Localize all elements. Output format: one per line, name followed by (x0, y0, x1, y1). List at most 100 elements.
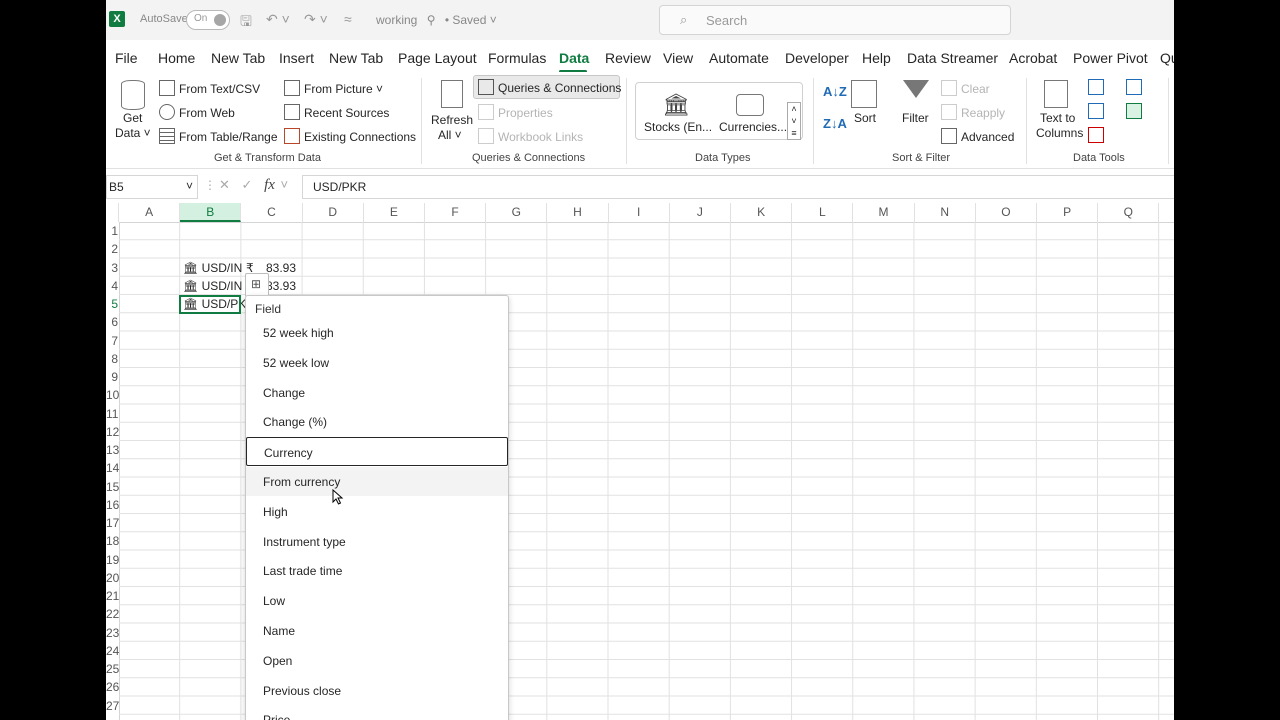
search-box[interactable]: ⌕ Search (659, 5, 1011, 35)
field-option[interactable]: Low (246, 586, 508, 615)
field-option[interactable]: 52 week low (246, 348, 508, 377)
field-option[interactable]: Price (246, 705, 508, 720)
cancel-icon[interactable]: ✕ (219, 177, 230, 192)
column-header-n[interactable]: N (915, 203, 976, 222)
gallery-scroll-icon[interactable]: ˄ ˅ ≡ (787, 102, 801, 140)
cell-c4[interactable]: 83.93 (266, 279, 296, 293)
advanced-button[interactable]: Advanced (941, 128, 1014, 144)
row-header-5[interactable]: 5 (106, 297, 118, 311)
tab-developer[interactable]: Developer (785, 50, 849, 66)
column-header-d[interactable]: D (303, 203, 364, 222)
autosave-toggle[interactable]: On (186, 10, 230, 30)
field-option[interactable]: Last trade time (246, 556, 508, 585)
row-header-22[interactable]: 22 (106, 607, 119, 621)
row-header-2[interactable]: 2 (106, 242, 118, 256)
document-title[interactable]: working ⚲ • Saved ˅ (376, 13, 497, 27)
row-header-17[interactable]: 17 (106, 516, 119, 530)
tab-power-pivot[interactable]: Power Pivot (1073, 50, 1148, 66)
row-header-7[interactable]: 7 (106, 334, 118, 348)
from-text-csv-button[interactable]: From Text/CSV (159, 80, 260, 96)
column-header-i[interactable]: I (609, 203, 670, 222)
column-header-m[interactable]: M (853, 203, 915, 222)
row-header-11[interactable]: 11 (106, 407, 118, 421)
sort-z-to-a-icon[interactable]: Z↓A (823, 116, 847, 131)
row-header-4[interactable]: 4 (106, 279, 118, 293)
tab-acrobat[interactable]: Acrobat (1009, 50, 1057, 66)
tab-automate[interactable]: Automate (709, 50, 769, 66)
redo-icon[interactable]: ↷ ˅ (304, 11, 328, 28)
column-header-h[interactable]: H (547, 203, 609, 222)
row-header-3[interactable]: 3 (106, 261, 118, 275)
insert-function-icon[interactable]: fx (264, 177, 275, 193)
row-header-24[interactable]: 24 (106, 644, 119, 658)
row-header-14[interactable]: 14 (106, 461, 119, 475)
field-option[interactable]: Previous close (246, 676, 508, 705)
cell-b3[interactable]: 🏛 USD/IN (183, 261, 242, 275)
column-header-k[interactable]: K (731, 203, 793, 222)
undo-icon[interactable]: ↶ ˅ (266, 11, 290, 28)
field-option[interactable]: High (246, 497, 508, 526)
cell-b4[interactable]: 🏛 USD/IN (183, 279, 242, 293)
formula-input[interactable]: USD/PKR (302, 175, 1174, 199)
recent-sources-button[interactable]: Recent Sources (284, 104, 389, 120)
row-header-10[interactable]: 10 (106, 388, 119, 402)
row-header-27[interactable]: 27 (106, 699, 119, 713)
name-box[interactable]: B5 ˅ (106, 175, 198, 199)
field-option[interactable]: Change (%) (246, 407, 508, 436)
column-header-f[interactable]: F (425, 203, 487, 222)
tab-view[interactable]: View (663, 50, 693, 66)
row-header-12[interactable]: 12 (106, 425, 119, 439)
tab-file[interactable]: File (115, 50, 138, 66)
row-header-26[interactable]: 26 (106, 680, 119, 694)
row-header-21[interactable]: 21 (106, 589, 119, 603)
tab-data[interactable]: Data (559, 50, 589, 66)
tab-new-tab-2[interactable]: New Tab (329, 50, 383, 66)
row-header-1[interactable]: 1 (106, 224, 118, 238)
sort-a-to-z-icon[interactable]: A↓Z (823, 84, 847, 99)
tab-query[interactable]: Qu (1160, 50, 1174, 66)
from-table-range-button[interactable]: From Table/Range (159, 128, 278, 144)
field-option[interactable]: Currency (246, 437, 508, 467)
save-icon[interactable]: 🖫 (240, 11, 252, 35)
queries-connections-button[interactable]: Queries & Connections (473, 75, 621, 99)
consolidate-icon[interactable] (1126, 79, 1142, 95)
row-header-6[interactable]: 6 (106, 315, 118, 329)
field-option[interactable]: Change (246, 378, 508, 407)
row-header-23[interactable]: 23 (106, 626, 119, 640)
from-web-button[interactable]: From Web (159, 104, 235, 120)
insert-data-button[interactable]: ⊞ (245, 273, 269, 297)
tab-insert[interactable]: Insert (279, 50, 314, 66)
tab-review[interactable]: Review (605, 50, 651, 66)
row-header-19[interactable]: 19 (106, 553, 119, 567)
column-header-p[interactable]: P (1037, 203, 1099, 222)
tab-new-tab[interactable]: New Tab (211, 50, 265, 66)
column-header-j[interactable]: J (670, 203, 731, 222)
row-header-16[interactable]: 16 (106, 498, 119, 512)
select-all-corner[interactable] (106, 203, 119, 222)
tab-help[interactable]: Help (862, 50, 891, 66)
field-option[interactable]: From currency (246, 467, 508, 496)
tab-home[interactable]: Home (158, 50, 195, 66)
properties-button[interactable]: Properties (478, 104, 553, 120)
row-header-15[interactable]: 15 (106, 480, 119, 494)
more-options-icon[interactable]: ⋮ (204, 178, 216, 192)
row-header-13[interactable]: 13 (106, 443, 119, 457)
row-header-9[interactable]: 9 (106, 370, 118, 384)
column-header-o[interactable]: O (976, 203, 1037, 222)
column-header-g[interactable]: G (486, 203, 548, 222)
enter-icon[interactable]: ✓ (242, 177, 253, 192)
tab-data-streamer[interactable]: Data Streamer (907, 50, 998, 66)
row-header-18[interactable]: 18 (106, 534, 119, 548)
column-header-q[interactable]: Q (1098, 203, 1160, 222)
customize-qat-icon[interactable]: ≈ (344, 11, 352, 27)
data-validation-icon[interactable] (1088, 127, 1104, 143)
row-header-20[interactable]: 20 (106, 571, 119, 585)
column-header-a[interactable]: A (119, 203, 181, 222)
data-model-icon[interactable] (1126, 103, 1142, 119)
cell-c3[interactable]: 83.93 (266, 261, 296, 275)
column-header-c[interactable]: C (241, 203, 303, 222)
from-picture-button[interactable]: From Picture ˅ (284, 80, 383, 96)
tab-page-layout[interactable]: Page Layout (398, 50, 477, 66)
column-header-e[interactable]: E (364, 203, 425, 222)
reapply-button[interactable]: Reapply (941, 104, 1005, 120)
